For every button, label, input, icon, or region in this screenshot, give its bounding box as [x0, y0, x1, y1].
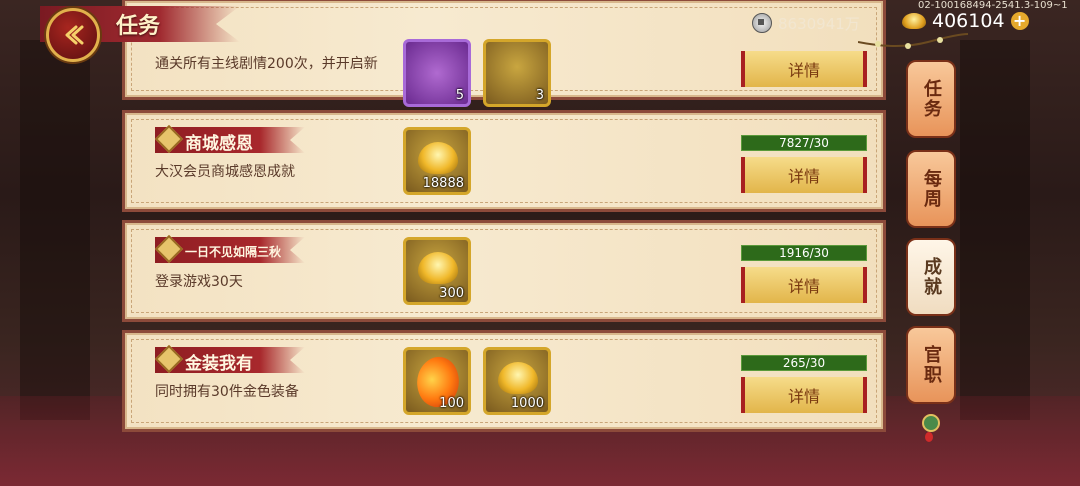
achievement-title: 一日不见如隔三秋: [185, 245, 282, 259]
detail-button[interactable]: 详情: [741, 377, 867, 413]
tab-tasks[interactable]: 任务: [906, 60, 956, 138]
detail-button[interactable]: 详情: [741, 157, 867, 193]
tassel-bead-icon: [925, 432, 933, 442]
reward-ingot[interactable]: 18888: [403, 127, 471, 195]
background-pillar: [960, 40, 1030, 420]
reward-quantity: 100: [439, 396, 464, 411]
back-arrow-icon: [65, 25, 84, 45]
add-gold-button[interactable]: +: [1010, 12, 1029, 30]
reward-ingot[interactable]: 1000: [483, 347, 551, 415]
silver-coin-icon: [752, 13, 772, 33]
progress-bar: 265/30: [741, 355, 867, 371]
achievement-card: 金装我有 同时拥有30件金色装备 100 1000 265/30 详情: [122, 330, 886, 432]
silver-amount: 8630941万: [778, 14, 860, 33]
top-bar: 任务 8630941万 02-100168494-2541.3-109~1 40…: [0, 0, 1080, 62]
reward-quantity: 1000: [510, 396, 544, 411]
background-pillar: [20, 40, 90, 420]
reward-quantity: 18888: [422, 176, 464, 191]
achievement-title: 金装我有: [185, 354, 253, 374]
reward-quantity: 300: [439, 286, 464, 301]
achievement-list[interactable]: 通关所有主线剧情200次，并开启新 5 3 详情 商城感恩 大汉会员商城感恩成就…: [122, 0, 886, 436]
back-button[interactable]: [46, 8, 100, 62]
detail-button[interactable]: 详情: [741, 51, 867, 87]
achievement-card: 商城感恩 大汉会员商城感恩成就 18888 7827/30 详情: [122, 110, 886, 212]
gold-ingot-icon: [418, 142, 458, 174]
reward-quantity: 3: [535, 88, 544, 103]
achievement-title: 商城感恩: [185, 134, 253, 154]
tab-weekly[interactable]: 每周: [906, 150, 956, 228]
gold-amount: 406104: [932, 10, 1005, 32]
achievement-description: 通关所有主线剧情200次，并开启新: [155, 56, 378, 72]
gold-ingot-icon: [498, 362, 538, 394]
gold-ingot-icon: [902, 13, 926, 29]
tassel-knot-icon: [922, 414, 940, 432]
progress-bar: 1916/30: [741, 245, 867, 261]
gold-ingot-icon: [418, 252, 458, 284]
achievement-description: 登录游戏30天: [155, 274, 243, 290]
progress-bar: 7827/30: [741, 135, 867, 151]
silver-currency: 8630941万: [752, 12, 860, 34]
reward-feather[interactable]: 100: [403, 347, 471, 415]
tab-achievements[interactable]: 成就: [906, 238, 956, 316]
reward-ingot[interactable]: 300: [403, 237, 471, 305]
achievement-card: 一日不见如隔三秋 登录游戏30天 300 1916/30 详情: [122, 220, 886, 322]
page-title: 任务: [116, 14, 161, 39]
detail-button[interactable]: 详情: [741, 267, 867, 303]
achievement-description: 同时拥有30件金色装备: [155, 384, 299, 400]
gold-currency: 406104 +: [902, 10, 1029, 32]
reward-quantity: 5: [455, 88, 464, 103]
tab-official-rank[interactable]: 官职: [906, 326, 956, 404]
achievement-description: 大汉会员商城感恩成就: [155, 164, 295, 180]
